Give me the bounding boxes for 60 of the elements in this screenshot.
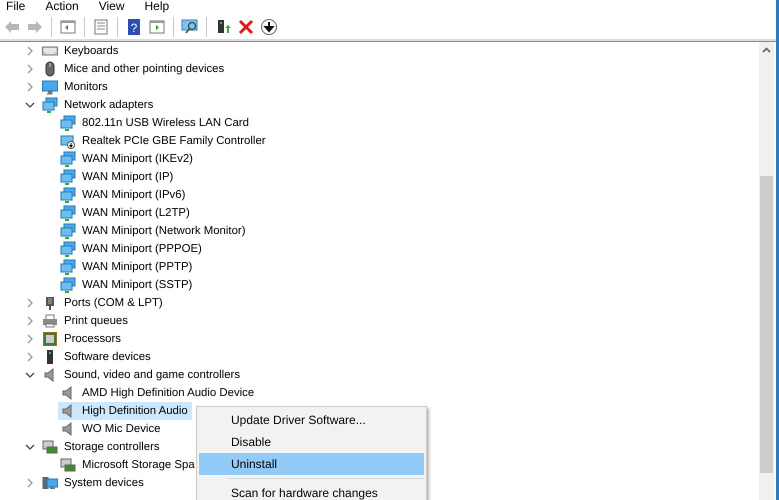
menu-item[interactable]: Update Driver Software... <box>199 409 424 431</box>
scrollbar[interactable] <box>759 42 774 500</box>
tree-item[interactable]: Realtek PCIe GBE Family Controller <box>58 132 270 150</box>
tree-item[interactable]: WAN Miniport (Network Monitor) <box>58 222 250 240</box>
menu-item[interactable]: Scan for hardware changes <box>199 482 424 500</box>
tree-item[interactable]: WAN Miniport (IP) <box>58 168 178 186</box>
cross-icon <box>237 18 255 36</box>
menu-item[interactable]: File <box>6 0 26 14</box>
network-down-icon <box>60 133 76 149</box>
menu-item[interactable]: Help <box>144 0 170 14</box>
storage-icon <box>60 457 76 473</box>
tree-category[interactable]: Software devices <box>62 348 153 366</box>
menu-item[interactable]: Uninstall <box>199 453 424 475</box>
monitor-magnifier-icon <box>181 18 199 36</box>
tree-category[interactable]: Sound, video and game controllers <box>62 366 242 384</box>
tree-item[interactable]: WAN Miniport (IPv6) <box>58 186 190 204</box>
storage-icon <box>42 439 58 455</box>
monitor-icon <box>42 79 58 95</box>
tree-category[interactable]: Print queues <box>62 312 130 330</box>
tree-category[interactable]: System devices <box>62 474 146 492</box>
network-icon <box>60 169 76 185</box>
tree-category[interactable]: Processors <box>62 330 123 348</box>
network-icon <box>60 241 76 257</box>
menu-item[interactable]: Action <box>45 0 79 14</box>
tree-item[interactable]: WAN Miniport (L2TP) <box>58 204 194 222</box>
tree-category[interactable]: Keyboards <box>62 42 120 60</box>
console-tree-icon <box>59 18 77 36</box>
tree-category[interactable]: Network adapters <box>62 96 156 114</box>
action-pane-icon <box>148 18 166 36</box>
printer-icon <box>42 313 58 329</box>
tree-item[interactable]: WAN Miniport (SSTP) <box>58 276 196 294</box>
network-icon <box>42 97 58 113</box>
tree-item[interactable]: WO Mic Device <box>58 420 164 438</box>
tree-item[interactable]: WAN Miniport (IKEv2) <box>58 150 197 168</box>
menu-item[interactable]: Disable <box>199 431 424 453</box>
tree-category[interactable]: Monitors <box>62 78 110 96</box>
down-arrow-circle-button[interactable] <box>259 16 279 36</box>
tree-category[interactable]: Ports (COM & LPT) <box>62 294 165 312</box>
tree-item[interactable]: 802.11n USB Wireless LAN Card <box>58 114 253 132</box>
help-button[interactable]: ? <box>124 16 144 36</box>
network-icon <box>60 115 76 131</box>
selected-tree-item[interactable]: High Definition Audio <box>58 402 192 420</box>
network-icon <box>60 223 76 239</box>
scroll-up-icon[interactable] <box>762 47 771 53</box>
menu-item[interactable]: View <box>98 0 124 14</box>
down-arrow-circle-icon <box>260 18 278 36</box>
network-icon <box>60 187 76 203</box>
network-icon <box>60 259 76 275</box>
chip-icon <box>42 331 58 347</box>
network-icon <box>60 151 76 167</box>
tree-category[interactable]: Storage controllers <box>62 438 162 456</box>
network-icon <box>60 205 76 221</box>
tree-item[interactable]: AMD High Definition Audio Device <box>58 384 258 402</box>
tree-item[interactable]: WAN Miniport (PPPOE) <box>58 240 206 258</box>
computer-icon <box>42 475 58 491</box>
tree-item[interactable]: Microsoft Storage Spa <box>58 456 199 474</box>
properties-icon <box>92 18 110 36</box>
network-icon <box>60 277 76 293</box>
tree-item[interactable]: WAN Miniport (PPTP) <box>58 258 196 276</box>
tree-category[interactable]: Mice and other pointing devices <box>62 60 226 78</box>
